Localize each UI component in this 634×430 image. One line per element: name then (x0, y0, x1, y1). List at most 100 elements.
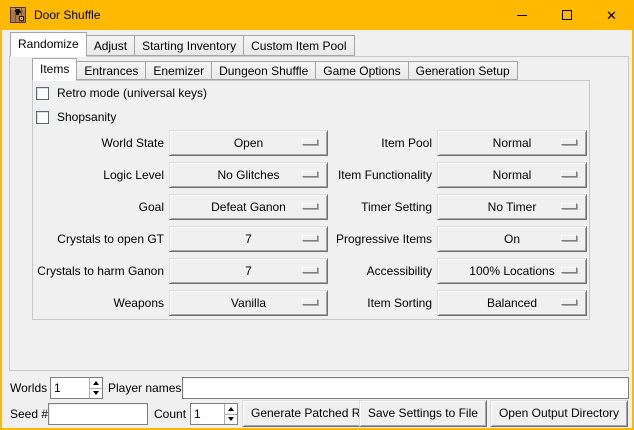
tab-dungeon-shuffle-label: Dungeon Shuffle (219, 64, 308, 78)
shopsanity-checkbox[interactable] (36, 111, 49, 124)
shopsanity-label: Shopsanity (57, 110, 116, 124)
tab-enemizer-label: Enemizer (153, 64, 204, 78)
up-arrow-icon (228, 407, 234, 411)
count-spinner[interactable] (190, 403, 238, 425)
tab-generation-setup[interactable]: Generation Setup (408, 61, 518, 80)
tab-game-options-label: Game Options (323, 64, 400, 78)
item-sorting-dropdown[interactable]: Balanced (437, 290, 587, 316)
dropdown-indicator-icon (561, 171, 577, 177)
tab-dungeon-shuffle[interactable]: Dungeon Shuffle (211, 61, 316, 80)
item-functionality-label: Item Functionality (312, 162, 432, 188)
logic-level-value: No Glitches (217, 163, 279, 187)
count-input[interactable] (191, 404, 224, 424)
worlds-spin-up-button[interactable] (90, 378, 102, 388)
crystals-open-gt-label: Crystals to open GT (27, 226, 164, 252)
minimize-icon (517, 15, 527, 16)
close-button[interactable]: ✕ (589, 0, 634, 30)
player-names-label: Player names (108, 377, 181, 399)
accessibility-label: Accessibility (312, 258, 432, 284)
count-spin-up-button[interactable] (225, 404, 237, 414)
tab-items-label: Items (40, 62, 69, 76)
worlds-spinner[interactable] (50, 377, 103, 399)
dropdown-indicator-icon (561, 203, 577, 209)
crystals-open-gt-value: 7 (245, 227, 252, 251)
item-sorting-label: Item Sorting (312, 290, 432, 316)
worlds-input[interactable] (51, 378, 89, 398)
dropdown-indicator-icon (561, 267, 577, 273)
tab-generation-setup-label: Generation Setup (416, 64, 510, 78)
accessibility-dropdown[interactable]: 100% Locations (437, 258, 587, 284)
timer-setting-dropdown[interactable]: No Timer (437, 194, 587, 220)
tab-custom-item-pool-label: Custom Item Pool (251, 39, 346, 53)
maximize-icon (562, 10, 572, 20)
world-state-dropdown[interactable]: Open (169, 130, 328, 156)
worlds-spinner-arrows (89, 378, 102, 398)
worlds-spin-down-button[interactable] (90, 388, 102, 399)
bottom-right-buttons: Save Settings to File Open Output Direct… (359, 400, 628, 427)
down-arrow-icon (228, 417, 234, 421)
worlds-label: Worlds (10, 377, 47, 399)
timer-setting-value: No Timer (488, 195, 537, 219)
item-pool-value: Normal (493, 131, 532, 155)
progressive-items-label: Progressive Items (312, 226, 432, 252)
tab-enemizer[interactable]: Enemizer (145, 61, 212, 80)
tab-starting-inventory[interactable]: Starting Inventory (134, 35, 244, 56)
tab-randomize[interactable]: Randomize (10, 32, 87, 57)
window-title: Door Shuffle (34, 0, 101, 30)
shopsanity-option[interactable]: Shopsanity (36, 110, 116, 124)
world-state-label: World State (27, 130, 164, 156)
open-output-directory-button[interactable]: Open Output Directory (490, 400, 628, 427)
logic-level-dropdown[interactable]: No Glitches (169, 162, 328, 188)
maximize-button[interactable] (544, 0, 589, 30)
sub-tab-bar: Items Entrances Enemizer Dungeon Shuffle… (32, 58, 518, 80)
window-controls: ✕ (499, 0, 634, 30)
count-spinner-arrows (224, 404, 237, 424)
seed-input[interactable] (48, 403, 148, 425)
close-icon: ✕ (606, 9, 617, 22)
item-sorting-value: Balanced (487, 291, 537, 315)
titlebar: Door Shuffle ✕ (0, 0, 634, 30)
tab-items[interactable]: Items (32, 58, 77, 81)
player-names-input[interactable] (182, 377, 629, 399)
down-arrow-icon (93, 391, 99, 395)
minimize-button[interactable] (499, 0, 544, 30)
tab-randomize-label: Randomize (18, 37, 79, 51)
tab-entrances-label: Entrances (84, 64, 138, 78)
item-functionality-value: Normal (493, 163, 532, 187)
main-tab-bar: Randomize Adjust Starting Inventory Cust… (10, 32, 355, 56)
progressive-items-value: On (504, 227, 520, 251)
weapons-value: Vanilla (231, 291, 266, 315)
item-functionality-dropdown[interactable]: Normal (437, 162, 587, 188)
crystals-harm-ganon-dropdown[interactable]: 7 (169, 258, 328, 284)
goal-value: Defeat Ganon (211, 195, 286, 219)
seed-label: Seed # (10, 403, 48, 425)
app-window: Door Shuffle ✕ Randomize Adjust Starting… (0, 0, 634, 430)
dropdown-indicator-icon (561, 299, 577, 305)
logic-level-label: Logic Level (27, 162, 164, 188)
world-state-value: Open (234, 131, 263, 155)
count-spin-down-button[interactable] (225, 414, 237, 425)
retro-mode-option[interactable]: Retro mode (universal keys) (36, 86, 207, 100)
tab-entrances[interactable]: Entrances (76, 61, 146, 80)
tab-adjust[interactable]: Adjust (86, 35, 135, 56)
tab-starting-inventory-label: Starting Inventory (142, 39, 236, 53)
tab-game-options[interactable]: Game Options (315, 61, 408, 80)
progressive-items-dropdown[interactable]: On (437, 226, 587, 252)
accessibility-value: 100% Locations (469, 259, 554, 283)
timer-setting-label: Timer Setting (312, 194, 432, 220)
tab-custom-item-pool[interactable]: Custom Item Pool (243, 35, 354, 56)
retro-mode-checkbox[interactable] (36, 87, 49, 100)
item-pool-dropdown[interactable]: Normal (437, 130, 587, 156)
count-label: Count (154, 403, 186, 425)
weapons-dropdown[interactable]: Vanilla (169, 290, 328, 316)
dropdown-indicator-icon (561, 139, 577, 145)
up-arrow-icon (93, 381, 99, 385)
dropdown-indicator-icon (561, 235, 577, 241)
goal-label: Goal (27, 194, 164, 220)
tab-adjust-label: Adjust (94, 39, 127, 53)
crystals-open-gt-dropdown[interactable]: 7 (169, 226, 328, 252)
retro-mode-label: Retro mode (universal keys) (57, 86, 207, 100)
goal-dropdown[interactable]: Defeat Ganon (169, 194, 328, 220)
save-settings-button[interactable]: Save Settings to File (359, 400, 487, 427)
door-icon (10, 7, 26, 23)
